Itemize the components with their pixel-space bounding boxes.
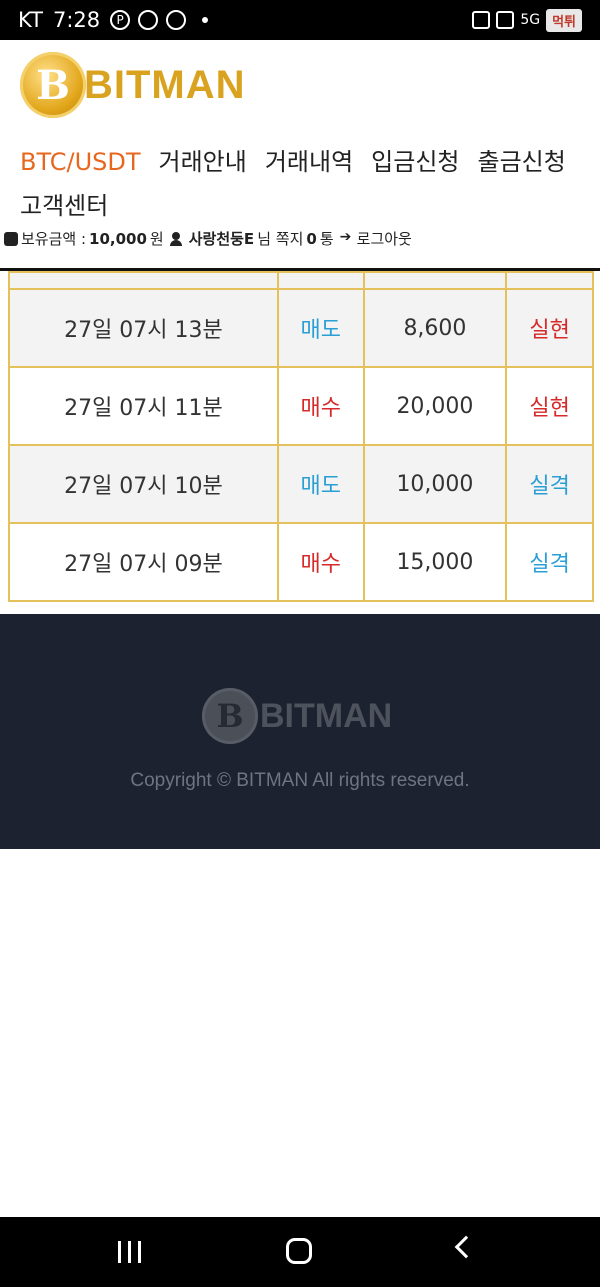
trade-result: 실격 <box>505 444 594 524</box>
site-logo[interactable]: B BITMAN <box>20 52 246 118</box>
logout-icon[interactable] <box>340 229 354 246</box>
nav-item-btc-usdt[interactable]: BTC/USDT <box>20 140 141 184</box>
app-icon <box>166 10 187 30</box>
site-header: B BITMAN BTC/USDT 거래안내 거래내역 입금신청 출금신청고객센터 보유… <box>0 40 600 270</box>
notification-icon <box>138 10 159 30</box>
coins-icon <box>4 231 18 246</box>
alarm-icon <box>496 11 515 29</box>
bitcoin-coin-icon: B <box>20 52 86 118</box>
logout-link[interactable]: 로그아웃 <box>357 228 412 249</box>
bitcoin-coin-icon: B <box>202 688 258 744</box>
table-row: 27일 07시 11분 매수 20,000 실현 <box>8 366 594 446</box>
user-info-bar: 보유금액 : 10,000 원 사랑천둥E 님 쪽지 0 통 로그아웃 <box>4 228 412 249</box>
recent-apps-icon[interactable] <box>118 1241 144 1263</box>
trade-result: 실현 <box>505 288 594 368</box>
trade-type: 매수 <box>276 366 365 446</box>
trade-time: 27일 07시 13분 <box>8 288 279 368</box>
footer-logo: B BITMAN <box>202 688 392 744</box>
network-type: 5G <box>520 12 541 28</box>
messages-link[interactable]: 쪽지 <box>276 228 304 249</box>
back-icon[interactable] <box>454 1235 478 1259</box>
user-icon <box>169 231 182 246</box>
trade-type: 매도 <box>276 288 365 368</box>
nav-item-trade-guide[interactable]: 거래안내 <box>159 140 247 184</box>
home-icon[interactable] <box>286 1238 312 1264</box>
status-icons: 5G 먹튀 <box>472 8 582 32</box>
status-bar: KT 7:28 P 5G 먹튀 <box>0 0 600 40</box>
trade-amount: 10,000 <box>362 444 508 524</box>
site-footer: B BITMAN Copyright © BITMAN All rights r… <box>0 614 600 849</box>
copyright-text: Copyright © BITMAN All rights reserved. <box>130 770 470 791</box>
system-nav-bar <box>0 1217 600 1287</box>
trade-result: 실격 <box>505 522 594 602</box>
footer-brand-name: BITMAN <box>260 696 393 735</box>
nav-item-deposit[interactable]: 입금신청 <box>371 140 459 184</box>
trade-history-table: 27일 07시 13분 매도 8,600 실현 27일 07시 11분 매수 2… <box>8 271 594 602</box>
trade-result: 실현 <box>505 366 594 446</box>
nav-item-trade-history[interactable]: 거래내역 <box>265 140 353 184</box>
brand-name: BITMAN <box>84 62 246 107</box>
trade-time: 27일 07시 11분 <box>8 366 279 446</box>
clock: 7:28 <box>52 8 101 32</box>
balance-value: 10,000 <box>89 229 147 248</box>
trade-amount: 8,600 <box>362 288 508 368</box>
parking-icon: P <box>110 10 131 30</box>
table-row-partial <box>8 271 594 290</box>
trade-amount: 20,000 <box>362 366 508 446</box>
main-nav: BTC/USDT 거래안내 거래내역 입금신청 출금신청고객센터 <box>20 140 590 228</box>
overlay-badge: 먹튀 <box>546 8 582 32</box>
trade-time: 27일 07시 09분 <box>8 522 279 602</box>
balance-unit: 원 <box>149 230 164 248</box>
nav-item-support[interactable]: 고객센터 <box>20 184 108 228</box>
honorific: 님 <box>257 230 271 248</box>
table-row: 27일 07시 13분 매도 8,600 실현 <box>8 288 594 368</box>
username: 사랑천둥E <box>188 230 255 248</box>
trade-type: 매수 <box>276 522 365 602</box>
more-notifications-icon <box>202 17 209 23</box>
trade-type: 매도 <box>276 444 365 524</box>
carrier-label: KT <box>18 8 43 32</box>
nav-item-withdraw[interactable]: 출금신청 <box>478 140 566 184</box>
table-row: 27일 07시 10분 매도 10,000 실격 <box>8 444 594 524</box>
messages-count: 0 <box>306 229 317 248</box>
messages-unit: 통 <box>319 230 334 248</box>
trade-time: 27일 07시 10분 <box>8 444 279 524</box>
balance-label: 보유금액 : <box>21 230 87 248</box>
table-row: 27일 07시 09분 매수 15,000 실격 <box>8 522 594 602</box>
recycle-icon <box>472 11 491 29</box>
trade-amount: 15,000 <box>362 522 508 602</box>
